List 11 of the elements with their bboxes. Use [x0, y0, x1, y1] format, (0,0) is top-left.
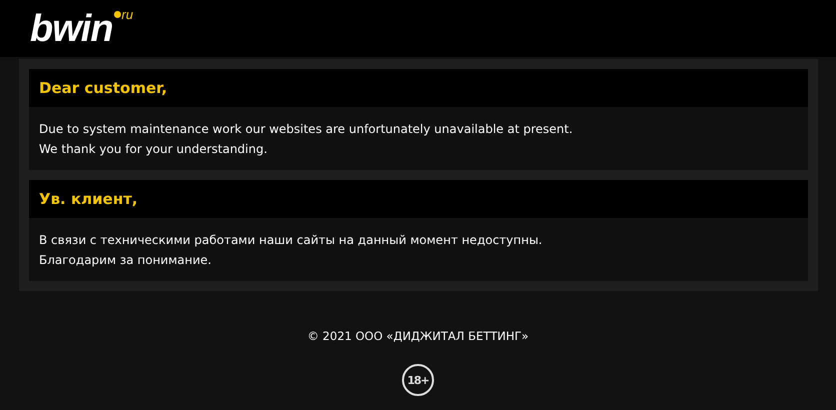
logo-suffix: ru [122, 8, 134, 20]
notice-text: Due to system maintenance work our websites are unfortunately unavailable at present. [39, 121, 574, 138]
logo-text: bwin [30, 10, 113, 48]
notice-text: Благодарим за понимание. [39, 252, 212, 269]
notice-title: Ув. клиент, [29, 180, 808, 218]
notice-title: Dear customer, [29, 69, 808, 107]
copyright-text: © 2021 ООО «ДИДЖИТАЛ БЕТТИНГ» [307, 329, 529, 343]
notice-text: В связи с техническими работами наши сайты на данный момент недоступны. [39, 232, 544, 249]
age-badge: 18+ [402, 364, 434, 396]
notice-text: We thank you for your understanding. [39, 141, 268, 158]
dot-icon [114, 10, 121, 18]
